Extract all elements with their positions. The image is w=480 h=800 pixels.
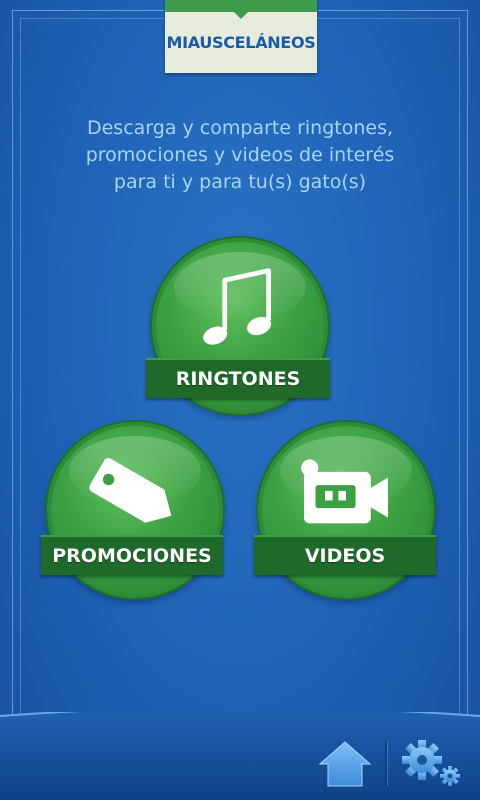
title-tab: MIAUSCELÁNEOS <box>165 0 317 73</box>
home-button[interactable] <box>318 738 372 788</box>
tab-notch <box>233 11 249 19</box>
settings-gears-icon <box>402 740 460 786</box>
screen: MIAUSCELÁNEOS Descarga y comparte ringto… <box>0 0 480 800</box>
intro-line-2: promociones y videos de interés <box>85 144 395 166</box>
intro-line-3: para ti y para tu(s) gato(s) <box>113 171 367 193</box>
videos-label: VIDEOS <box>304 545 386 567</box>
ringtones-label: RINGTONES <box>175 368 301 390</box>
intro-line-1: Descarga y comparte ringtones, <box>86 117 394 139</box>
home-icon <box>318 741 372 787</box>
ringtones-ribbon[interactable]: RINGTONES <box>146 358 330 398</box>
settings-button[interactable] <box>400 738 464 790</box>
intro-text: Descarga y comparte ringtones, promocion… <box>40 115 440 196</box>
bottom-bar-divider <box>385 742 387 786</box>
videos-ribbon[interactable]: VIDEOS <box>254 535 436 575</box>
page-title: MIAUSCELÁNEOS <box>166 33 316 52</box>
promociones-ribbon[interactable]: PROMOCIONES <box>41 535 223 575</box>
promociones-label: PROMOCIONES <box>52 545 212 567</box>
